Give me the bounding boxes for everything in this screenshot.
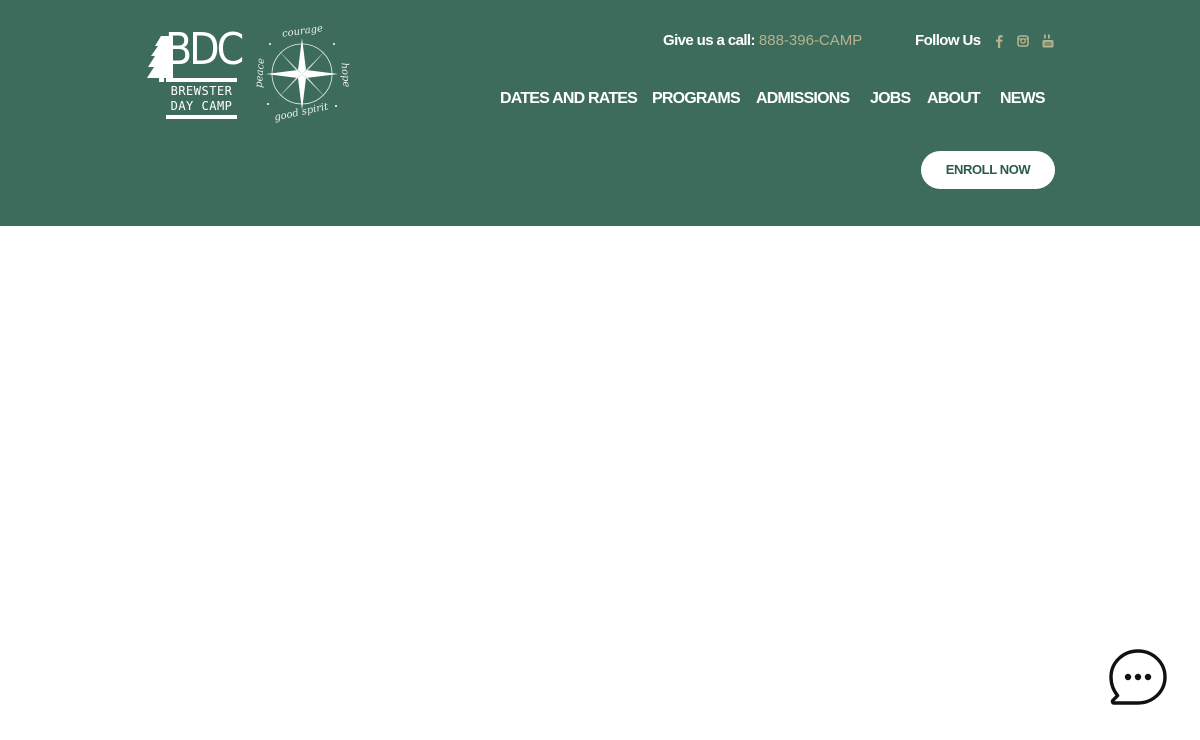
logo-line-brewster: BREWSTER — [170, 84, 233, 98]
chat-bubble-icon — [1109, 649, 1167, 705]
nav-news[interactable]: NEWS — [1000, 88, 1046, 110]
enroll-now-button[interactable]: ENROLL NOW — [921, 151, 1055, 189]
logo-rule-bottom — [166, 115, 237, 119]
instagram-icon[interactable] — [1016, 33, 1030, 49]
logo-rule-top — [166, 78, 237, 82]
logo-letters: BDC — [165, 24, 244, 75]
call-label: Give us a call: — [663, 32, 755, 49]
nav-programs[interactable]: PROGRAMS — [652, 88, 741, 110]
site-header: BDC BREWSTER DAY CAMP courage peace hope… — [0, 0, 1200, 226]
phone-link[interactable]: 888-396-CAMP — [759, 32, 862, 49]
follow-label: Follow Us — [915, 32, 981, 49]
badge-word-hope: hope — [338, 62, 352, 88]
chat-widget-button[interactable] — [1107, 646, 1169, 708]
brewster-day-camp-logo[interactable]: BDC BREWSTER DAY CAMP — [147, 24, 244, 122]
call-info: Give us a call: 888-396-CAMP — [663, 31, 862, 51]
nav-dates-and-rates[interactable]: DATES AND RATES — [500, 88, 638, 110]
logo-line-day-camp: DAY CAMP — [170, 99, 233, 113]
nav-admissions[interactable]: ADMISSIONS — [756, 88, 850, 110]
nav-jobs[interactable]: JOBS — [870, 88, 911, 110]
facebook-icon[interactable] — [992, 33, 1006, 49]
youtube-icon[interactable] — [1041, 33, 1055, 49]
nav-about[interactable]: ABOUT — [927, 88, 981, 110]
compass-badge: courage peace hope good spirit — [252, 23, 352, 124]
